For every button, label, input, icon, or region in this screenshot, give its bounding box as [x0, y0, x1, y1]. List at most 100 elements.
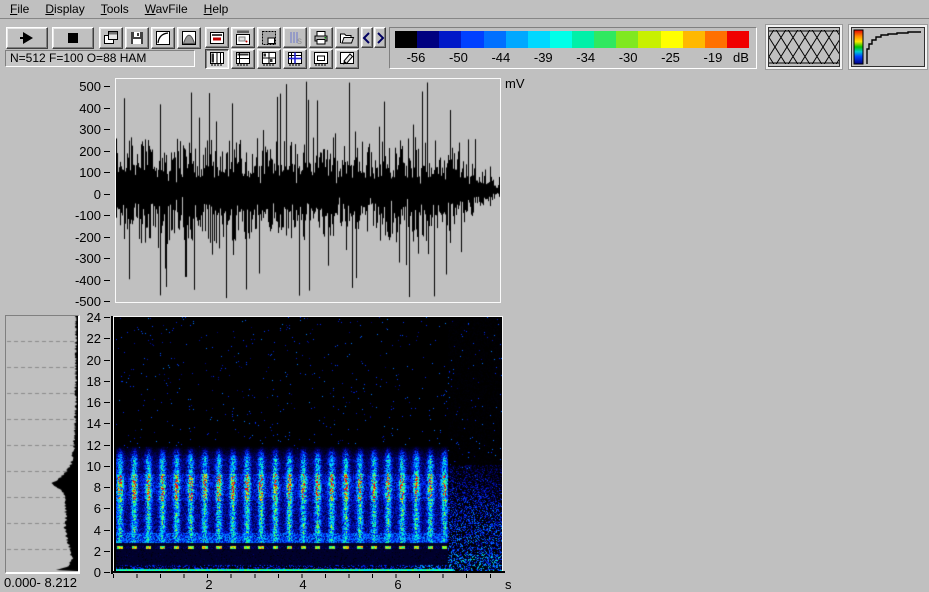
color-scale-tick-label: -25 — [661, 50, 680, 65]
layout-grid-cursor-button[interactable] — [283, 49, 307, 69]
color-scale-segment — [439, 31, 462, 48]
peak-window-icon — [181, 30, 197, 46]
pattern-fill-button[interactable] — [257, 27, 281, 48]
sampling-rate-icon: s — [287, 30, 303, 46]
color-scale-segment — [461, 31, 484, 48]
color-scale-segment — [549, 31, 572, 48]
stop-icon — [66, 31, 80, 45]
waveform-tick-label: -100 — [58, 209, 110, 222]
layout-horizontal-panes-button[interactable] — [231, 49, 255, 69]
waveform-tick-label: 0 — [58, 188, 110, 201]
hatch-pattern-icon — [768, 27, 840, 67]
color-scale-segment — [682, 31, 705, 48]
color-scale-tick-label: -50 — [449, 50, 468, 65]
transfer-curve-panel — [849, 25, 927, 69]
color-scale-segment — [505, 31, 528, 48]
waveform-tick-label: -400 — [58, 274, 110, 287]
color-scale-segment — [395, 31, 418, 48]
waveform-tick-label: -500 — [58, 295, 110, 308]
menu-item[interactable]: Help — [196, 0, 237, 18]
color-scale-tick-label: -56 — [406, 50, 426, 65]
waveform-tick-label: -200 — [58, 231, 110, 244]
layout-single-window-button[interactable] — [309, 49, 333, 69]
layout-vertical-panes-button[interactable] — [205, 49, 229, 69]
color-scale-segment — [638, 31, 661, 48]
color-scale-segment — [572, 31, 595, 48]
transfer-curve-preview — [851, 27, 925, 67]
color-scale-segment — [726, 31, 749, 48]
x-axis-unit-label: s — [505, 577, 512, 592]
open-file-button[interactable] — [335, 27, 359, 48]
color-scale-labels: -56 -50 -44 -39 -34 -30 -25 -19 — [395, 50, 734, 65]
pencil-icon — [339, 51, 355, 67]
waveform-plot[interactable] — [115, 78, 501, 303]
display-frame-button[interactable] — [205, 27, 229, 48]
waveform-y-axis: 500 400 300 200 100 0 -100 -200 -300 -400 -500 — [58, 80, 110, 308]
spectrogram-canvas[interactable] — [116, 317, 502, 571]
save-icon — [129, 30, 145, 46]
play-button[interactable] — [6, 27, 48, 49]
color-scale-tick-label: -30 — [618, 50, 638, 65]
spectrogram-x-axis-line — [111, 571, 505, 573]
color-scale-segment — [594, 31, 617, 48]
copy-display-button[interactable] — [99, 27, 123, 49]
color-scale-bar — [395, 31, 749, 48]
window-function-button[interactable] — [177, 27, 201, 49]
waveform-unit-label: mV — [505, 76, 525, 91]
x-tick-label: 2 — [205, 577, 213, 592]
open-folder-icon — [339, 30, 355, 46]
average-spectrum-canvas[interactable] — [6, 316, 78, 571]
pattern-fill-icon — [261, 30, 277, 46]
color-scale-segment — [660, 31, 683, 48]
spectrogram-settings-button[interactable] — [231, 27, 255, 48]
spectrogram-plot[interactable] — [113, 316, 503, 573]
waveform-tick-label: 200 — [58, 145, 110, 158]
scroll-left-button[interactable] — [361, 27, 373, 48]
waveform-tick-label: 400 — [58, 102, 110, 115]
color-scale-unit: dB — [733, 50, 749, 65]
fft-settings-field: N=512 F=100 O=88 HAM — [5, 50, 195, 67]
printer-icon — [313, 30, 329, 46]
range-label: 0.000- 8.212 — [4, 575, 78, 590]
x-tick-label: 4 — [299, 577, 307, 592]
color-scale-tick-label: -39 — [533, 50, 553, 65]
color-scale-tick-label: -19 — [703, 50, 723, 65]
svg-text:s: s — [297, 36, 302, 46]
play-icon — [19, 31, 35, 45]
app-window: File Display Tools WavFile Help s N=512 … — [0, 0, 929, 592]
copy-icon — [103, 30, 119, 46]
waveform-tick-label: 300 — [58, 123, 110, 136]
pattern-preview-panel — [766, 25, 842, 69]
menu-item[interactable]: Display — [37, 0, 92, 18]
layout-vertical-icon — [209, 51, 225, 67]
print-button[interactable] — [309, 27, 333, 48]
menu-item[interactable]: Tools — [93, 0, 137, 18]
color-scale-segment — [704, 31, 727, 48]
spectrogram-settings-icon — [235, 30, 251, 46]
chevron-right-icon — [375, 31, 385, 45]
scroll-right-button[interactable] — [374, 27, 386, 48]
menu-bar: File Display Tools WavFile Help — [0, 0, 929, 19]
display-frame-icon — [209, 30, 225, 46]
waveform-tick-label: -300 — [58, 252, 110, 265]
waveform-canvas[interactable] — [116, 79, 500, 302]
stop-button[interactable] — [52, 27, 94, 49]
color-scale-segment — [483, 31, 506, 48]
waveform-tick-label: 500 — [58, 80, 110, 93]
average-spectrum-panel[interactable] — [5, 315, 80, 574]
annotate-button[interactable] — [335, 49, 359, 69]
menu-item[interactable]: File — [2, 0, 37, 18]
layout-horizontal-icon — [235, 51, 251, 67]
menu-item[interactable]: WavFile — [137, 0, 196, 18]
sampling-options-button[interactable]: s — [283, 27, 307, 48]
color-scale-tick-label: -34 — [576, 50, 596, 65]
x-tick-label: 6 — [394, 577, 402, 592]
layout-grid-cursor-icon — [287, 51, 303, 67]
chevron-left-icon — [362, 31, 372, 45]
layout-grid-button[interactable] — [257, 49, 281, 69]
save-button[interactable] — [125, 27, 149, 49]
layout-grid-icon — [261, 51, 277, 67]
curve-icon — [155, 30, 171, 46]
transfer-curve-button[interactable] — [151, 27, 175, 49]
color-scale-tick-label: -44 — [491, 50, 511, 65]
